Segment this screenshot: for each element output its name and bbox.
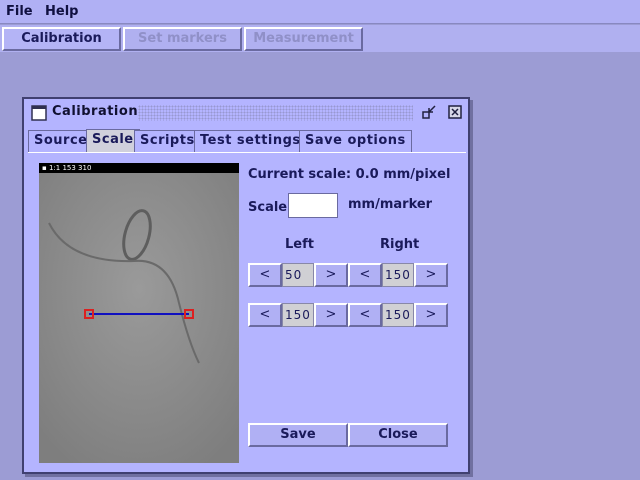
dialog-titlebar[interactable]: Calibration: [26, 101, 466, 125]
scale-unit-label: mm/marker: [348, 197, 433, 212]
marker-overlay: [84, 309, 194, 319]
camera-image[interactable]: ▪ 1:1 153 310: [39, 163, 239, 463]
left-y-decrease-button[interactable]: <: [248, 303, 282, 327]
left-x-decrease-button[interactable]: <: [248, 263, 282, 287]
window-icon: [31, 105, 47, 121]
save-button[interactable]: Save: [248, 423, 348, 447]
left-x-increase-button[interactable]: >: [314, 263, 348, 287]
current-scale-label: Current scale: 0.0 mm/pixel: [248, 167, 451, 182]
measurement-mode-button[interactable]: Measurement: [244, 27, 363, 51]
minimize-icon[interactable]: [422, 105, 436, 119]
titlebar-grip: [138, 105, 413, 121]
tab-save-options[interactable]: Save options: [299, 130, 412, 152]
tab-source[interactable]: Source: [28, 130, 94, 152]
left-label: Left: [285, 237, 314, 252]
right-y-value: 150: [382, 303, 414, 327]
close-icon[interactable]: [448, 105, 462, 119]
right-x-value: 150: [382, 263, 414, 287]
dialog-title: Calibration: [52, 104, 139, 119]
calibration-mode-button[interactable]: Calibration: [2, 27, 121, 51]
right-x-decrease-button[interactable]: <: [348, 263, 382, 287]
tab-test-settings[interactable]: Test settings: [194, 130, 307, 152]
scale-label: Scale: [248, 200, 288, 215]
right-x-increase-button[interactable]: >: [414, 263, 448, 287]
right-label: Right: [380, 237, 420, 252]
scale-panel: ▪ 1:1 153 310 Current scale: 0.0 mm/pixe…: [28, 152, 466, 470]
scale-input[interactable]: [288, 193, 338, 218]
calibration-dialog: Calibration Source Scale Scripts Test se…: [22, 97, 470, 474]
set-markers-mode-button[interactable]: Set markers: [123, 27, 242, 51]
mode-toolbar: Calibration Set markers Measurement: [0, 25, 640, 52]
left-y-value: 150: [282, 303, 314, 327]
tab-scripts[interactable]: Scripts: [134, 130, 201, 152]
right-y-decrease-button[interactable]: <: [348, 303, 382, 327]
menu-bar: File Help: [0, 0, 640, 24]
close-button[interactable]: Close: [348, 423, 448, 447]
menu-help[interactable]: Help: [45, 4, 78, 19]
right-y-increase-button[interactable]: >: [414, 303, 448, 327]
tab-scale[interactable]: Scale: [86, 129, 140, 153]
menu-file[interactable]: File: [6, 4, 33, 19]
left-x-value: 50: [282, 263, 314, 287]
left-y-increase-button[interactable]: >: [314, 303, 348, 327]
